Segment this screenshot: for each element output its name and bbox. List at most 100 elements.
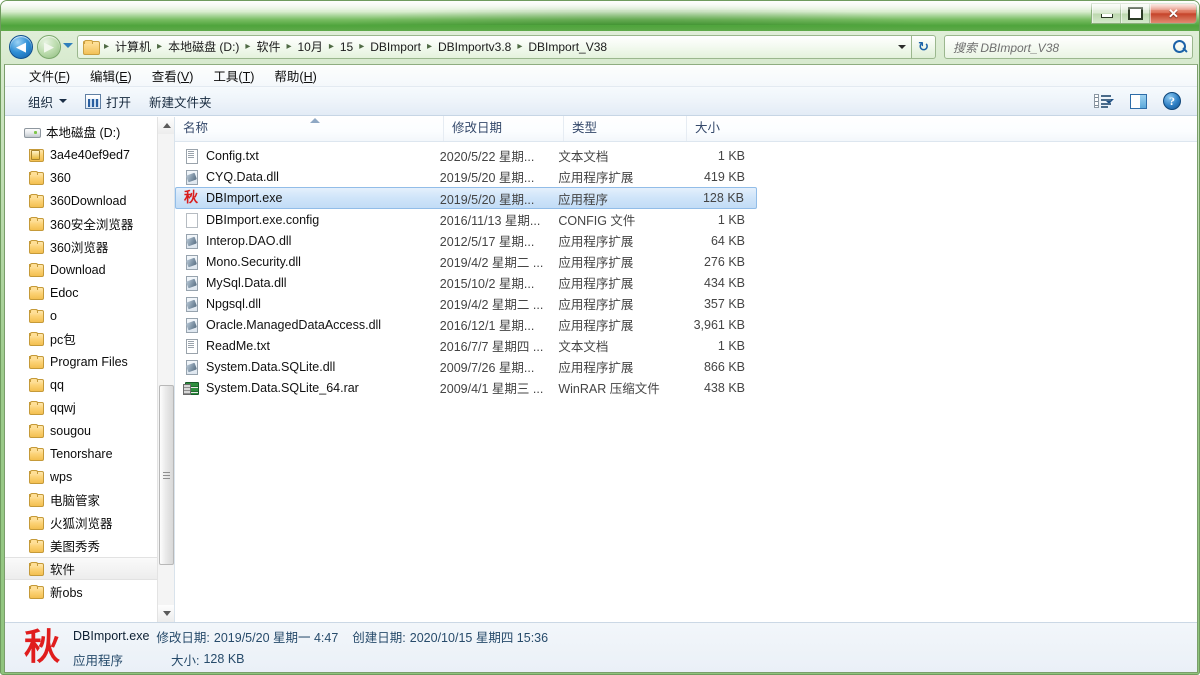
tree-item-7[interactable]: Edoc xyxy=(5,281,174,304)
breadcrumb-item-4[interactable]: 10月 xyxy=(292,37,327,57)
tree-item-18[interactable]: 美图秀秀 xyxy=(5,534,174,557)
tree-item-17[interactable]: 火狐浏览器 xyxy=(5,511,174,534)
menu-item-4[interactable]: 工具(T) xyxy=(203,65,264,87)
tree-item-8[interactable]: o xyxy=(5,304,174,327)
maximize-button[interactable] xyxy=(1121,4,1150,23)
cell-size: 419 KB xyxy=(703,169,745,184)
cell-size: 438 KB xyxy=(703,380,745,395)
breadcrumb-item-3[interactable]: 软件 xyxy=(251,37,285,57)
sort-ascending-icon xyxy=(310,118,320,123)
tree-item-4[interactable]: 360安全浏览器 xyxy=(5,212,174,235)
address-bar[interactable]: ▸ 计算机 ▸ 本地磁盘 (D:) ▸ 软件 ▸ 10月 ▸ 15 ▸ DBImport ▸ DBImpo… xyxy=(77,35,912,59)
tree-item-label: 360Download xyxy=(50,193,127,208)
breadcrumb-item-1[interactable]: 计算机 xyxy=(110,37,156,57)
new-folder-label: 新建文件夹 xyxy=(149,95,212,110)
table-row[interactable]: 秋 DBImport.exe 2019/5/20 星期... 应用程序 128 KB xyxy=(175,187,757,209)
breadcrumb-separator: ▸ xyxy=(426,41,432,52)
organize-button[interactable]: 组织 xyxy=(19,89,76,114)
folder-icon xyxy=(27,423,44,438)
table-row[interactable]: System.Data.SQLite.dll 2009/7/26 星期... 应用程… xyxy=(175,356,757,377)
column-header-type[interactable]: 类型 xyxy=(563,116,686,141)
tree-item-10[interactable]: Program Files xyxy=(5,350,174,373)
tree-item-14[interactable]: Tenorshare xyxy=(5,442,174,465)
table-row[interactable]: Npgsql.dll 2019/4/2 星期二 ... 应用程序扩展 357 KB xyxy=(175,293,757,314)
tree-item-3[interactable]: 360Download xyxy=(5,189,174,212)
dll-file-icon xyxy=(183,317,199,333)
table-row[interactable]: MySql.Data.dll 2015/10/2 星期... 应用程序扩展 434 K… xyxy=(175,272,757,293)
tree-item-13[interactable]: sougou xyxy=(5,419,174,442)
help-button[interactable]: ? xyxy=(1155,89,1189,113)
breadcrumb-item-8[interactable]: DBImport_V38 xyxy=(523,37,612,57)
open-label: 打开 xyxy=(106,95,132,110)
table-row[interactable]: Mono.Security.dll 2019/4/2 星期二 ... 应用程序扩展 2… xyxy=(175,251,757,272)
folder-lock-icon xyxy=(27,147,44,162)
tree-item-19[interactable]: 软件 xyxy=(5,557,162,580)
new-folder-button[interactable]: 新建文件夹 xyxy=(140,89,221,114)
menu-item-1[interactable]: 文件(F) xyxy=(19,65,80,87)
cell-type: 应用程序扩展 xyxy=(558,256,634,270)
file-name-label: MySql.Data.dll xyxy=(206,275,287,290)
breadcrumb-item-5[interactable]: 15 xyxy=(335,37,358,57)
tree-item-1[interactable]: 3a4e40ef9ed7 xyxy=(5,143,174,166)
tree-item-12[interactable]: qqwj xyxy=(5,396,174,419)
menu-item-2[interactable]: 编辑(E) xyxy=(80,65,142,87)
table-row[interactable]: Interop.DAO.dll 2012/5/17 星期... 应用程序扩展 64 K… xyxy=(175,230,757,251)
cell-modified-date: 2012/5/17 星期... xyxy=(439,235,535,249)
minimize-button[interactable] xyxy=(1092,4,1121,23)
folder-icon xyxy=(27,331,44,346)
tree-root-item[interactable]: 本地磁盘 (D:) xyxy=(5,120,174,143)
tree-item-5[interactable]: 360浏览器 xyxy=(5,235,174,258)
change-view-button[interactable] xyxy=(1087,89,1121,113)
folder-icon xyxy=(27,400,44,415)
menu-item-3[interactable]: 查看(V) xyxy=(142,65,204,87)
search-input[interactable]: 搜索 DBImport_V38 xyxy=(953,39,1172,56)
recent-locations-icon[interactable] xyxy=(63,43,73,48)
tree-item-9[interactable]: pc包 xyxy=(5,327,174,350)
cell-modified-date: 2009/4/1 星期三 ... xyxy=(439,382,544,396)
column-header-size[interactable]: 大小 xyxy=(686,116,764,141)
navigation-pane: 本地磁盘 (D:) 3a4e40ef9ed7 360 360Download 360安全… xyxy=(5,117,175,622)
table-row[interactable]: Oracle.ManagedDataAccess.dll 2016/12/1 星期… xyxy=(175,314,757,335)
tree-item-label: wps xyxy=(50,469,73,484)
open-button[interactable]: 打开 xyxy=(76,89,140,114)
table-row[interactable]: System.Data.SQLite_64.rar 2009/4/1 星期三 ..… xyxy=(175,377,757,398)
tree-item-20[interactable]: 新obs xyxy=(5,580,174,603)
navigation-pane-scrollbar[interactable] xyxy=(157,117,174,622)
table-row[interactable]: Config.txt 2020/5/22 星期... 文本文档 1 KB xyxy=(175,145,757,166)
table-row[interactable]: DBImport.exe.config 2016/11/13 星期... CONFI… xyxy=(175,209,757,230)
forward-button[interactable]: ▶ xyxy=(37,35,61,59)
preview-pane-button[interactable] xyxy=(1121,89,1155,113)
preview-pane-icon xyxy=(1129,93,1147,109)
tree-item-16[interactable]: 电脑管家 xyxy=(5,488,174,511)
table-row[interactable]: CYQ.Data.dll 2019/5/20 星期... 应用程序扩展 419 KB xyxy=(175,166,757,187)
breadcrumb-item-7[interactable]: DBImportv3.8 xyxy=(433,37,516,57)
search-box[interactable]: 搜索 DBImport_V38 xyxy=(944,35,1193,59)
table-row[interactable]: ReadMe.txt 2016/7/7 星期四 ... 文本文档 1 KB xyxy=(175,335,757,356)
tree-item-label: 软件 xyxy=(50,563,76,577)
tree-item-6[interactable]: Download xyxy=(5,258,174,281)
close-button[interactable]: ✕ xyxy=(1150,4,1196,23)
cell-type: WinRAR 压缩文件 xyxy=(558,382,660,396)
folder-icon xyxy=(27,285,44,300)
column-header-name[interactable]: 名称 xyxy=(175,116,443,141)
column-header-label: 名称 xyxy=(183,121,209,135)
breadcrumb-separator: ▸ xyxy=(104,41,110,52)
refresh-button[interactable]: ↻ xyxy=(912,35,936,59)
chevron-down-icon[interactable] xyxy=(893,36,911,58)
scroll-down-button[interactable] xyxy=(158,605,174,622)
cell-name: Oracle.ManagedDataAccess.dll xyxy=(175,314,440,335)
tree-item-2[interactable]: 360 xyxy=(5,166,174,189)
menu-item-5[interactable]: 帮助(H) xyxy=(264,65,326,87)
breadcrumb-item-6[interactable]: DBImport xyxy=(365,37,426,57)
scroll-up-button[interactable] xyxy=(158,117,174,134)
cell-modified-date: 2020/5/22 星期... xyxy=(439,150,535,164)
scrollbar-thumb[interactable] xyxy=(159,385,174,565)
column-header-date[interactable]: 修改日期 xyxy=(443,116,563,141)
tree-item-11[interactable]: qq xyxy=(5,373,174,396)
back-button[interactable]: ◀ xyxy=(9,35,33,59)
breadcrumb-item-2[interactable]: 本地磁盘 (D:) xyxy=(163,37,244,57)
navigation-bar: ◀ ▶ ▸ 计算机 ▸ 本地磁盘 (D:) ▸ 软件 ▸ 10月 ▸ 15 ▸ DBImport ▸ DB… xyxy=(1,31,1199,63)
tree-item-15[interactable]: wps xyxy=(5,465,174,488)
cell-name: Mono.Security.dll xyxy=(175,251,440,272)
file-name-label: System.Data.SQLite.dll xyxy=(206,359,336,374)
